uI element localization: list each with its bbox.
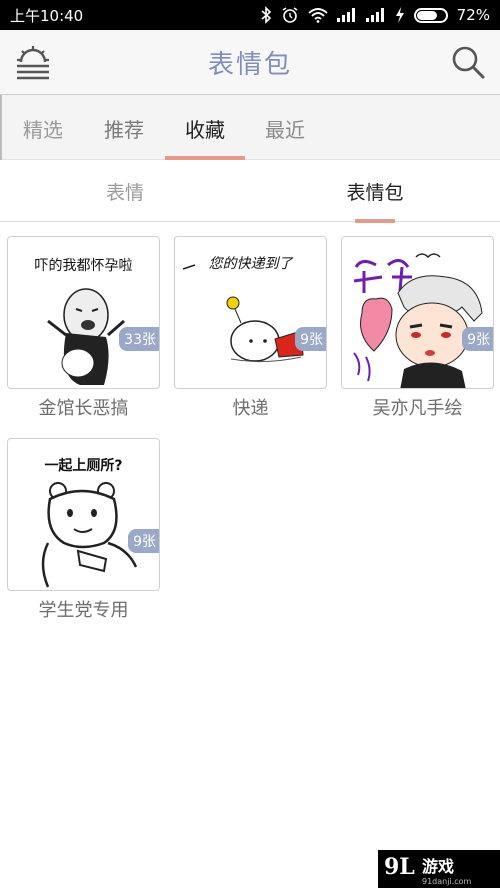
status-time: 上午10:40 [10, 6, 84, 25]
pack-count-badge: 9张 [128, 529, 159, 553]
search-icon[interactable] [448, 42, 488, 82]
tab-favorites[interactable]: 收藏 [165, 95, 245, 162]
tab-recommended[interactable]: 推荐 [84, 95, 164, 161]
watermark-url: 91danji.com [422, 876, 472, 886]
pack-name: 吴亦凡手绘 [372, 398, 463, 419]
charging-icon [395, 6, 405, 24]
signal-icon [365, 6, 386, 24]
tab-recent[interactable]: 最近 [245, 95, 325, 161]
pack-count-badge: 9张 [462, 327, 493, 351]
subtab-emoji-packs[interactable]: 表情包 [315, 160, 435, 223]
status-icons: 72% [260, 6, 490, 24]
pack-thumbnail-image [353, 253, 483, 388]
status-bar: 上午10:40 72% [0, 0, 500, 30]
bluetooth-icon [260, 6, 272, 24]
pack-thumbnail-image [41, 482, 138, 588]
active-subtab-indicator [355, 219, 395, 223]
battery-icon [413, 7, 448, 23]
wifi-icon [308, 6, 328, 24]
pack-thumbnail-image [47, 288, 125, 385]
page-title: 表情包 [207, 49, 292, 80]
sub-tab-bar: 表情 表情包 [0, 160, 500, 223]
pack-name: 学生党专用 [38, 600, 129, 621]
pack-card[interactable]: 吓的我都怀孕啦 33张 [7, 236, 160, 389]
pack-card[interactable]: 您的快递到了 9张 [174, 236, 327, 389]
signal-icon [336, 6, 357, 24]
pack-count-badge: 33张 [119, 327, 159, 351]
alarm-icon [281, 6, 299, 24]
battery-percent: 72% [456, 6, 490, 24]
pack-card[interactable]: 9张 [341, 236, 494, 389]
pack-card[interactable]: 一起上厕所? 9张 [7, 438, 160, 591]
pack-count-badge: 9张 [295, 327, 326, 351]
pack-name: 快递 [232, 398, 269, 419]
pack-name: 金馆长恶搞 [38, 398, 129, 419]
watermark-text: 游戏 [422, 856, 455, 876]
app-header: 表情包 [0, 30, 500, 94]
subtab-emoji[interactable]: 表情 [65, 160, 185, 222]
watermark-logo: 9L [384, 854, 415, 880]
main-tab-bar: 精选 推荐 收藏 最近 [0, 94, 500, 162]
site-watermark: 9L 游戏 91danji.com [378, 850, 500, 888]
sunrise-menu-icon[interactable] [14, 42, 52, 82]
tab-featured[interactable]: 精选 [3, 95, 83, 161]
pack-thumbnail-image [182, 264, 304, 363]
